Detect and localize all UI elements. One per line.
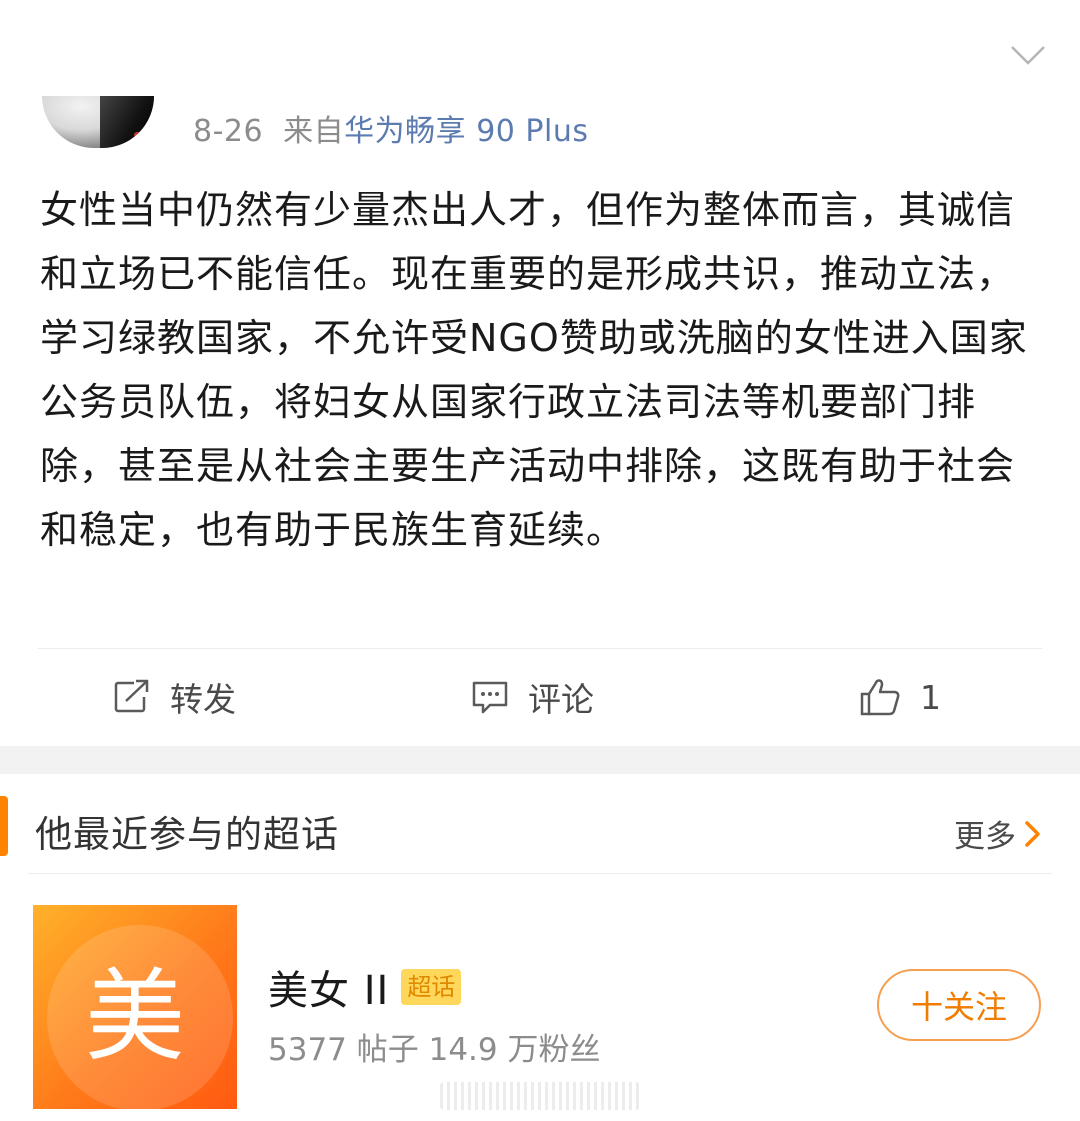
topic-stats: 5377 帖子 14.9 万粉丝 bbox=[268, 1032, 601, 1068]
post-device[interactable]: 华为畅享 90 Plus bbox=[344, 114, 588, 149]
topic-level: II bbox=[363, 968, 390, 1014]
more-link[interactable]: 更多 bbox=[954, 811, 1042, 856]
thumbnail-char: 美 bbox=[85, 957, 185, 1075]
section-gap bbox=[0, 746, 1080, 774]
topic-name: 美女 II bbox=[268, 958, 389, 1016]
topic-title[interactable]: 美女 II 超话 bbox=[268, 958, 462, 1016]
post-content: 女性当中仍然有少量杰出人才，但作为整体而言，其诚信和立场已不能信任。现在重要的是… bbox=[40, 188, 1028, 552]
topic-name-text: 美女 bbox=[268, 968, 350, 1014]
super-topic-badge: 超话 bbox=[401, 969, 462, 1005]
divider bbox=[38, 648, 1042, 649]
post-meta: 8-26 来自华为畅享 90 Plus bbox=[193, 106, 589, 150]
repost-button[interactable]: 转发 bbox=[112, 672, 236, 722]
avatar[interactable] bbox=[42, 96, 154, 148]
comment-label: 评论 bbox=[528, 680, 594, 719]
section-title: 他最近参与的超话 bbox=[35, 813, 339, 856]
like-button[interactable]: 1 bbox=[858, 672, 941, 722]
follow-button[interactable]: 十关注 bbox=[877, 969, 1041, 1041]
repost-icon bbox=[112, 679, 152, 715]
comment-icon bbox=[470, 679, 510, 715]
chevron-right-icon bbox=[1024, 820, 1042, 848]
comment-button[interactable]: 评论 bbox=[470, 672, 594, 722]
section-accent-bar bbox=[0, 796, 8, 856]
post-source-prefix: 来自 bbox=[283, 114, 345, 149]
watermark bbox=[440, 1082, 640, 1110]
post-date: 8-26 bbox=[193, 114, 264, 149]
divider bbox=[28, 873, 1052, 874]
like-icon bbox=[858, 677, 902, 717]
topic-thumbnail[interactable]: 美 bbox=[33, 905, 237, 1109]
more-label: 更多 bbox=[954, 819, 1016, 855]
post-card: 8-26 来自华为畅享 90 Plus 女性当中仍然有少量杰出人才，但作为整体而… bbox=[0, 0, 1080, 746]
repost-label: 转发 bbox=[170, 680, 236, 719]
chevron-down-icon[interactable] bbox=[1008, 40, 1048, 70]
like-count: 1 bbox=[920, 677, 941, 717]
avatar-badge bbox=[134, 132, 154, 142]
super-topics-section: 他最近参与的超话 更多 美 美女 II 超话 5377 帖子 14.9 万粉丝 … bbox=[0, 774, 1080, 1121]
